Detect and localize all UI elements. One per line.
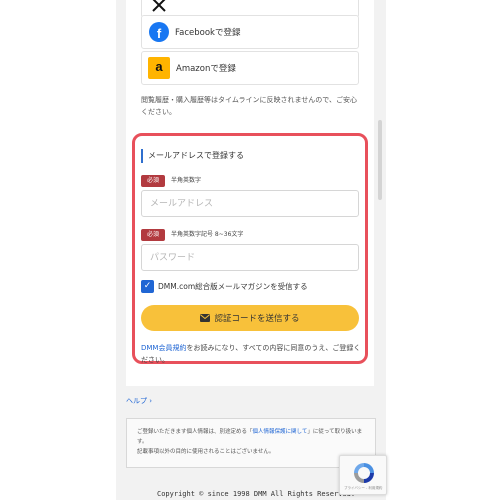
privacy-policy-link[interactable]: 個人情報保護に関して bbox=[253, 429, 308, 435]
send-code-label: 認証コードを送信する bbox=[214, 314, 300, 324]
send-code-button[interactable]: 認証コードを送信する bbox=[141, 305, 359, 331]
email-input[interactable] bbox=[141, 190, 359, 217]
privacy-line-1: ご登録いただきます個人情報は、別途定める「個人情報保護に関して」に従って取り扱い… bbox=[137, 429, 363, 445]
help-label: ヘルプ bbox=[126, 397, 147, 405]
amazon-icon: a bbox=[148, 57, 170, 79]
privacy-line-2: 記載事項以外の目的に使用されることはございません。 bbox=[137, 449, 275, 455]
recaptcha-label: プライバシー - 利用規約 bbox=[344, 486, 383, 490]
scrollbar-thumb[interactable] bbox=[378, 120, 382, 200]
email-hint: 半角英数字 bbox=[171, 177, 202, 184]
timeline-note: 閲覧履歴・購入履歴等はタイムラインに反映されませんので、ご安心ください。 bbox=[141, 96, 358, 116]
facebook-register-label: Facebookで登録 bbox=[175, 28, 241, 38]
section-title: メールアドレスで登録する bbox=[141, 149, 244, 163]
amazon-register-label: Amazonで登録 bbox=[176, 64, 236, 74]
newsletter-label[interactable]: DMM.com総合版メールマガジンを受信する bbox=[158, 281, 308, 293]
amazon-register-button[interactable]: a Amazonで登録 bbox=[141, 51, 359, 85]
envelope-icon bbox=[200, 314, 211, 322]
chevron-right-icon: › bbox=[149, 397, 153, 405]
facebook-icon: f bbox=[149, 22, 169, 42]
facebook-register-button[interactable]: f Facebookで登録 bbox=[141, 15, 359, 49]
password-input[interactable] bbox=[141, 244, 359, 271]
terms-link[interactable]: DMM会員規約 bbox=[141, 344, 186, 352]
password-hint: 半角英数字記号 8~36文字 bbox=[171, 231, 244, 238]
email-required-badge: 必須 bbox=[141, 175, 165, 187]
x-logo-icon bbox=[152, 0, 166, 12]
recaptcha-badge[interactable]: プライバシー - 利用規約 bbox=[339, 455, 387, 495]
recaptcha-icon bbox=[354, 463, 374, 483]
copyright: Copyright © since 1998 DMM All Rights Re… bbox=[157, 490, 356, 498]
newsletter-checkbox[interactable]: ✓ bbox=[141, 280, 154, 293]
help-link[interactable]: ヘルプ › bbox=[126, 396, 152, 406]
password-required-badge: 必須 bbox=[141, 229, 165, 241]
check-icon: ✓ bbox=[143, 281, 152, 291]
terms-text: DMM会員規約をお読みになり、すべての内容に同意のうえ、ご登録ください。 bbox=[141, 342, 363, 366]
